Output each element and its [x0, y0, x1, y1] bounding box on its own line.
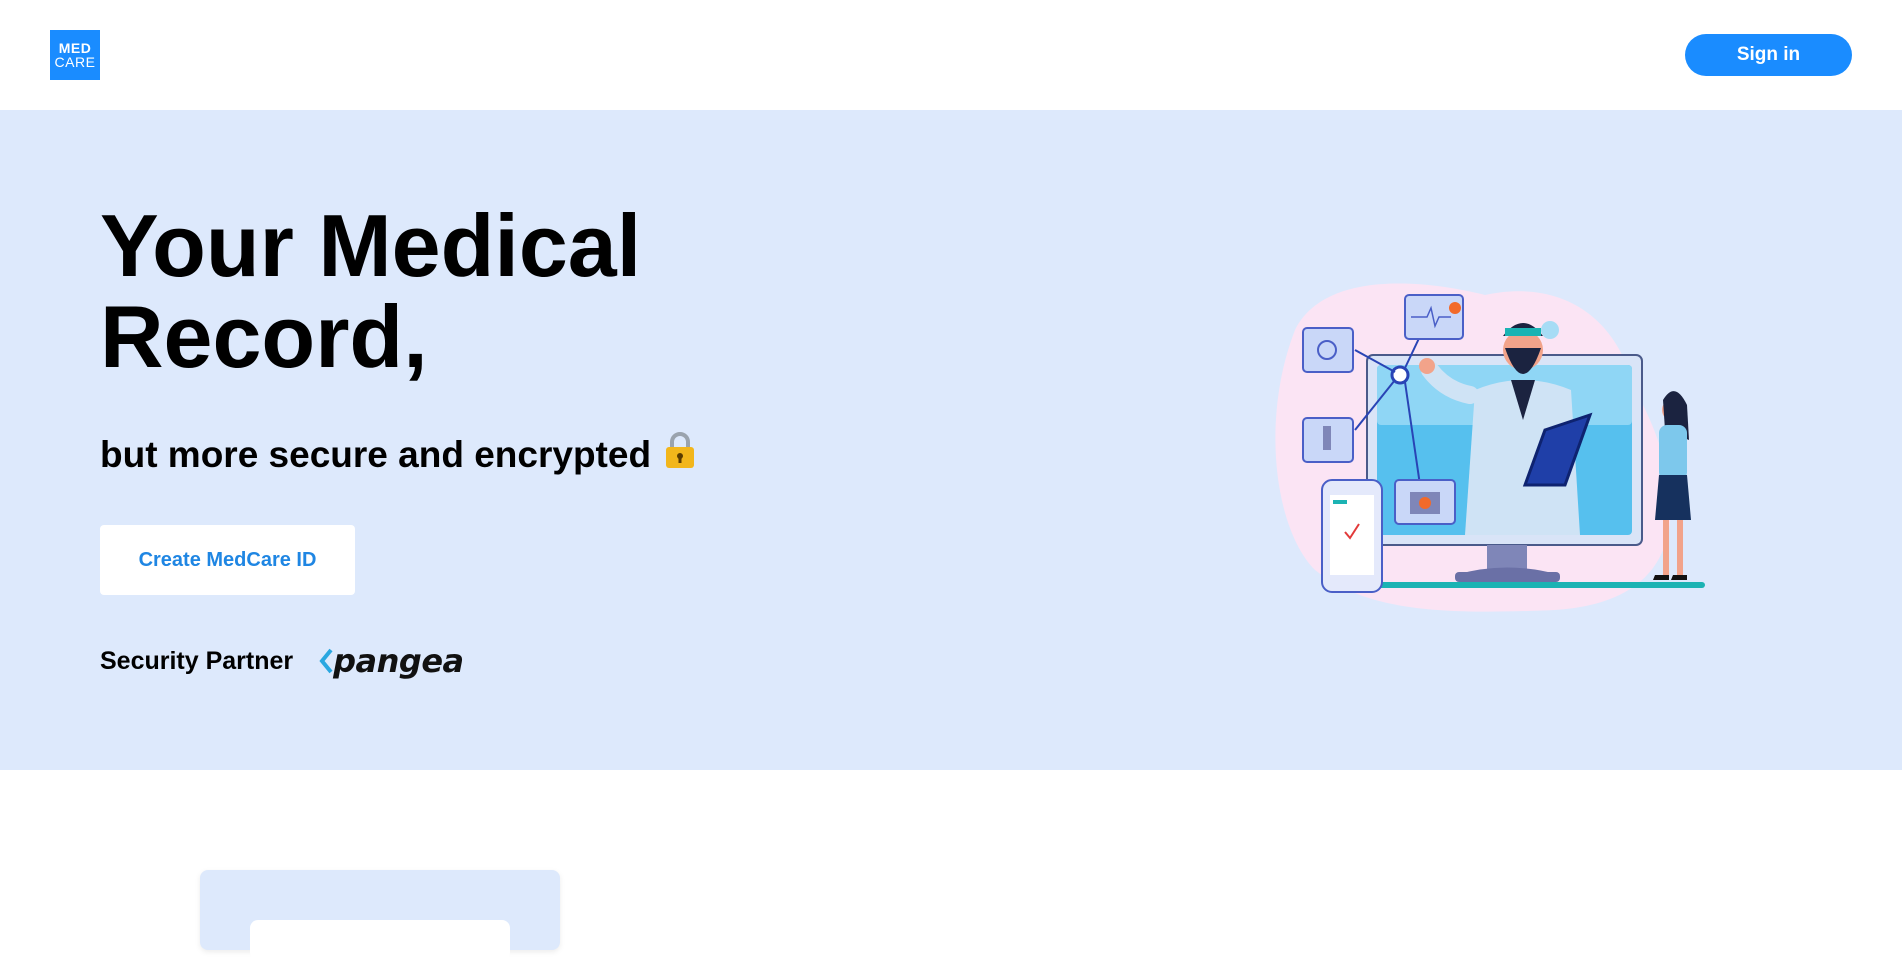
- medcare-logo[interactable]: MED CARE: [50, 30, 100, 80]
- sign-in-button[interactable]: Sign in: [1685, 34, 1852, 76]
- hero-subline-text: but more secure and encrypted: [100, 433, 652, 475]
- create-medcare-id-button[interactable]: Create MedCare ID: [100, 525, 355, 595]
- pangea-logo[interactable]: pangea: [319, 642, 464, 680]
- security-partner: Security Partner pangea: [100, 642, 464, 680]
- logo-line-1: MED: [58, 40, 92, 56]
- pangea-chevron-icon: [319, 648, 333, 674]
- logo-line-2: CARE: [54, 54, 96, 70]
- hero-headline: Your Medical Record,: [100, 196, 642, 386]
- lock-icon: [663, 430, 697, 479]
- feature-card-inner: [250, 920, 510, 960]
- hero-section: Your Medical Record, but more secure and…: [0, 110, 1902, 770]
- feature-card: [200, 870, 560, 960]
- pangea-wordmark: pangea: [333, 642, 464, 680]
- security-partner-label: Security Partner: [100, 646, 294, 675]
- doctor-telehealth-illustration: [1255, 270, 1735, 630]
- top-navigation-bar: MED CARE Sign in: [0, 0, 1902, 110]
- hero-subline: but more secure and encrypted: [100, 430, 697, 479]
